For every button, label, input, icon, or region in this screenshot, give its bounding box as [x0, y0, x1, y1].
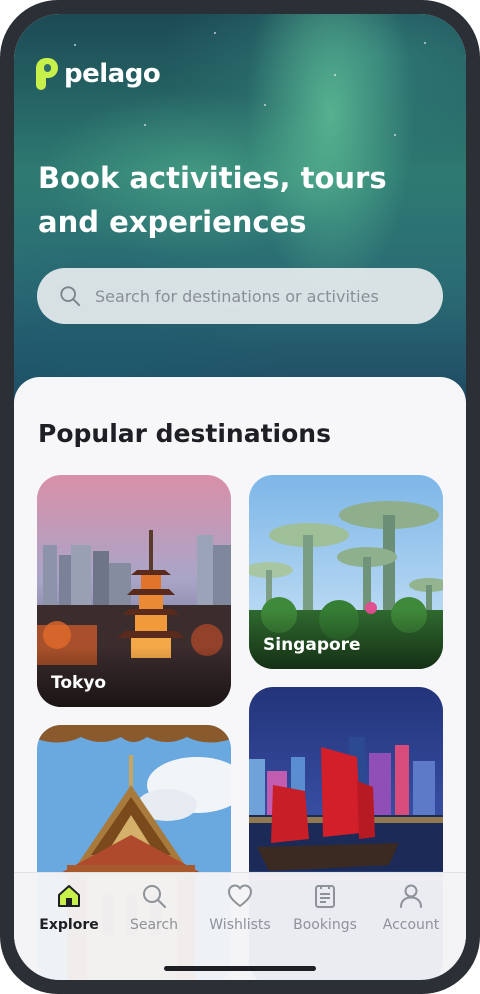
search-icon [143, 885, 166, 908]
card-label-tokyo: Tokyo [51, 673, 107, 693]
bottom-tab-bar: Explore Search Wishlists Bookings Accoun… [14, 872, 466, 980]
app-screen: pelago Book activities, tours and experi… [14, 14, 466, 980]
card-label-singapore: Singapore [263, 635, 361, 655]
tab-wishlists[interactable]: Wishlists [195, 883, 285, 933]
home-indicator [164, 966, 316, 971]
clipboard-icon [315, 885, 335, 908]
destination-card-tokyo[interactable]: Tokyo [37, 475, 231, 707]
phone-frame: pelago Book activities, tours and experi… [0, 0, 480, 994]
brand-name: pelago [64, 59, 161, 89]
home-icon [58, 885, 80, 907]
section-title: Popular destinations [38, 419, 331, 448]
tab-search[interactable]: Search [109, 883, 199, 933]
destination-card-singapore[interactable]: Singapore [249, 475, 443, 669]
tab-label-search: Search [129, 917, 179, 933]
tab-label-bookings: Bookings [293, 917, 357, 933]
hero-headline: Book activities, tours and experiences [38, 161, 387, 239]
heart-icon [228, 884, 252, 907]
tab-label-explore: Explore [39, 917, 99, 933]
search-bar[interactable] [37, 268, 443, 324]
search-icon [60, 286, 81, 307]
tab-label-wishlists: Wishlists [209, 917, 271, 933]
brand-logo[interactable]: pelago [36, 58, 161, 90]
tab-label-account: Account [382, 917, 440, 933]
search-input[interactable] [93, 285, 427, 307]
hero-banner: pelago Book activities, tours and experi… [14, 14, 466, 414]
user-icon [400, 884, 422, 908]
logo-mark-icon [36, 58, 58, 90]
tab-account[interactable]: Account [366, 883, 456, 933]
tab-explore[interactable]: Explore [24, 883, 114, 933]
tab-bookings[interactable]: Bookings [280, 883, 370, 933]
